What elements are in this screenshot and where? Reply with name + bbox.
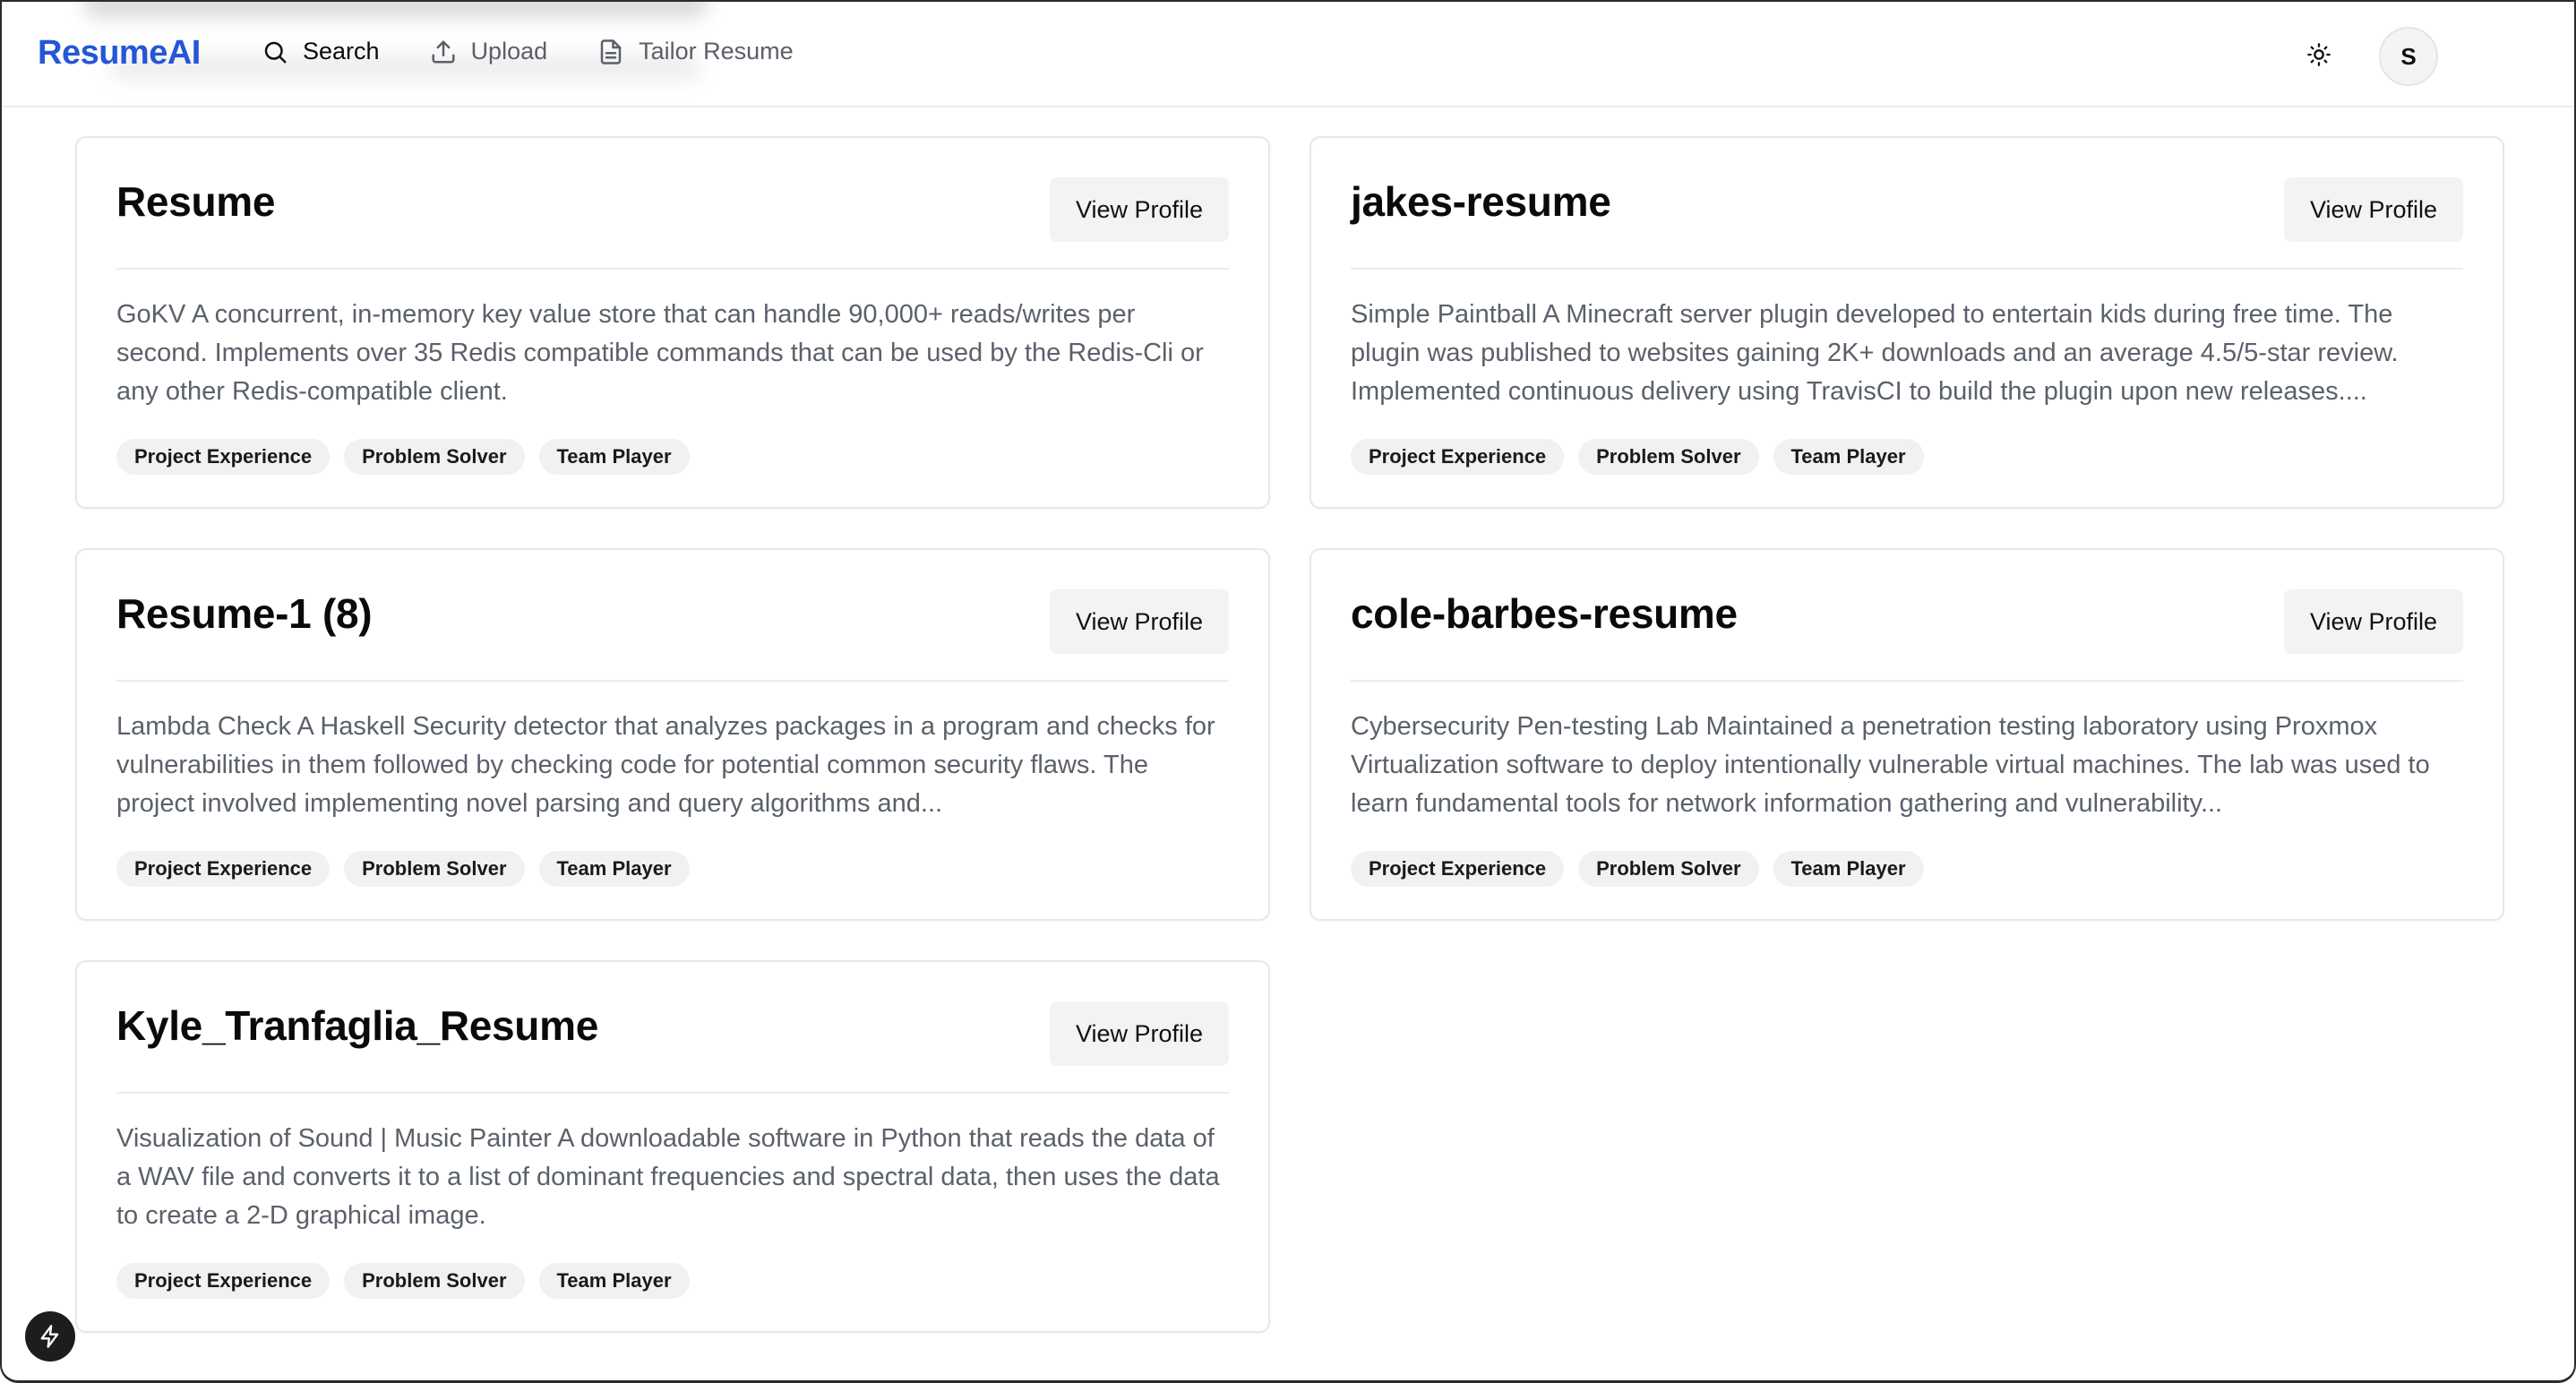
- lightning-icon: [40, 1325, 59, 1348]
- tag: Team Player: [538, 439, 690, 475]
- card-description: GoKV A concurrent, in-memory key value s…: [116, 300, 1204, 406]
- card-title: cole-barbes-resume: [1351, 590, 1738, 637]
- tag-list: Project Experience Problem Solver Team P…: [116, 1263, 690, 1299]
- view-profile-button[interactable]: View Profile: [1050, 1001, 1229, 1066]
- top-navbar: ResumeAI Search Upload Tailor Resume S: [2, 2, 2574, 107]
- search-icon: [264, 41, 287, 63]
- tag-list: Project Experience Problem Solver Team P…: [1351, 851, 1924, 887]
- view-profile-button[interactable]: View Profile: [1050, 177, 1229, 242]
- tag: Team Player: [538, 851, 690, 887]
- card-title: Resume: [116, 178, 276, 225]
- divider: [116, 680, 1229, 682]
- dev-tools-button[interactable]: [25, 1311, 75, 1362]
- theme-toggle-button[interactable]: [2302, 38, 2336, 72]
- tag: Project Experience: [1351, 439, 1565, 475]
- tag: Project Experience: [116, 851, 331, 887]
- card-title: jakes-resume: [1351, 178, 1611, 225]
- view-profile-button[interactable]: View Profile: [1050, 589, 1229, 654]
- view-profile-button[interactable]: View Profile: [2284, 589, 2463, 654]
- tag: Problem Solver: [344, 851, 525, 887]
- nav-upload[interactable]: Upload: [430, 38, 548, 65]
- resume-card: Resume View Profile GoKV A concurrent, i…: [75, 136, 1270, 509]
- card-description: Simple Paintball A Minecraft server plug…: [1351, 300, 2399, 406]
- card-title: Resume-1 (8): [116, 590, 373, 637]
- card-description: Lambda Check A Haskell Security detector…: [116, 712, 1215, 818]
- nav-search-label: Search: [303, 38, 380, 64]
- card-description: Visualization of Sound | Music Painter A…: [116, 1124, 1220, 1230]
- tag-list: Project Experience Problem Solver Team P…: [1351, 439, 1924, 475]
- nav-tailor-resume-label: Tailor Resume: [639, 38, 794, 64]
- tag: Problem Solver: [344, 439, 525, 475]
- divider: [1351, 680, 2463, 682]
- upload-icon: [432, 40, 455, 63]
- tag: Problem Solver: [1578, 439, 1759, 475]
- nav-upload-label: Upload: [470, 38, 548, 64]
- app-logo[interactable]: ResumeAI: [38, 34, 201, 73]
- tag-list: Project Experience Problem Solver Team P…: [116, 439, 690, 475]
- sun-icon: [2307, 43, 2331, 66]
- card-title: Kyle_Tranfaglia_Resume: [116, 1002, 598, 1049]
- tag: Team Player: [1773, 851, 1924, 887]
- divider: [116, 268, 1229, 270]
- main-nav: Search Upload Tailor Resume: [262, 38, 794, 65]
- resume-card: Resume-1 (8) View Profile Lambda Check A…: [75, 548, 1270, 921]
- blurred-background: [82, 2, 709, 18]
- nav-search[interactable]: Search: [262, 38, 380, 65]
- divider: [116, 1092, 1229, 1094]
- document-icon: [600, 39, 622, 64]
- user-avatar[interactable]: S: [2379, 27, 2438, 86]
- tag: Problem Solver: [1578, 851, 1759, 887]
- resume-card: Kyle_Tranfaglia_Resume View Profile Visu…: [75, 960, 1270, 1333]
- resume-card: jakes-resume View Profile Simple Paintba…: [1309, 136, 2504, 509]
- resume-grid: Resume View Profile GoKV A concurrent, i…: [75, 136, 2504, 1333]
- tag: Project Experience: [116, 1263, 331, 1299]
- nav-tailor-resume[interactable]: Tailor Resume: [597, 38, 794, 65]
- tag: Team Player: [538, 1263, 690, 1299]
- tag: Project Experience: [1351, 851, 1565, 887]
- view-profile-button[interactable]: View Profile: [2284, 177, 2463, 242]
- tag: Team Player: [1773, 439, 1924, 475]
- tag: Problem Solver: [344, 1263, 525, 1299]
- resume-card: cole-barbes-resume View Profile Cybersec…: [1309, 548, 2504, 921]
- divider: [1351, 268, 2463, 270]
- card-description: Cybersecurity Pen-testing Lab Maintained…: [1351, 712, 2430, 818]
- tag: Project Experience: [116, 439, 331, 475]
- tag-list: Project Experience Problem Solver Team P…: [116, 851, 690, 887]
- app-window: ResumeAI Search Upload Tailor Resume S R…: [0, 0, 2576, 1383]
